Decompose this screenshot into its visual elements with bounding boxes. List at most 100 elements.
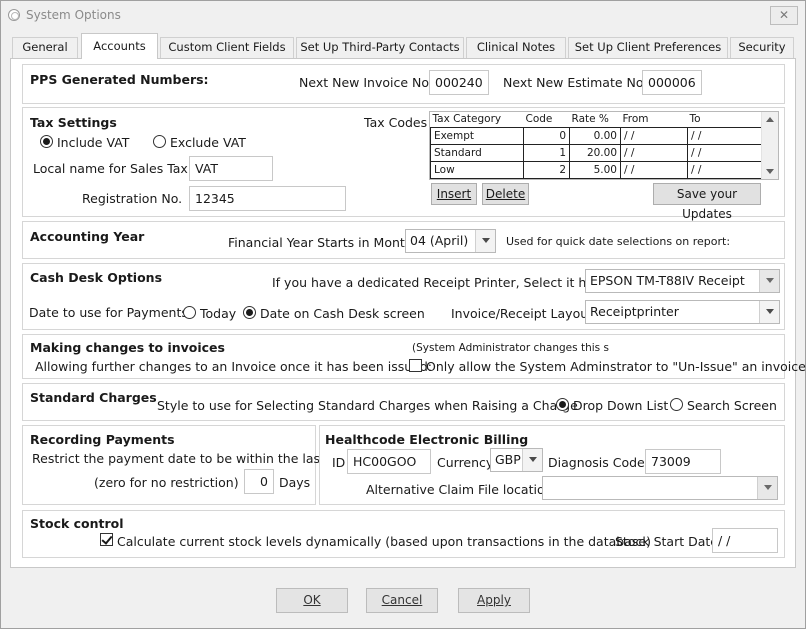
alt-claim-location-select[interactable] xyxy=(542,476,778,500)
calc-stock-label[interactable]: Calculate current stock levels dynamical… xyxy=(117,534,651,549)
cancel-button-label[interactable]: Cancel xyxy=(382,593,423,607)
tab-general[interactable]: General xyxy=(12,37,78,58)
col-from: From xyxy=(622,113,649,126)
stock-start-date-input[interactable]: / / xyxy=(712,528,778,553)
cell-code[interactable]: 0 xyxy=(523,126,570,145)
cell-rate[interactable]: 5.00 xyxy=(569,160,621,179)
zero-restriction-label: (zero for no restriction) xyxy=(94,475,239,490)
next-invoice-input[interactable]: 000240 xyxy=(429,70,489,95)
today-label[interactable]: Today xyxy=(200,306,236,321)
receipt-layout-select[interactable]: Receiptprinter xyxy=(585,300,780,324)
standard-charges-heading: Standard Charges xyxy=(30,390,157,405)
year-start-month-value[interactable]: 04 (April) xyxy=(410,233,468,248)
col-code: Code xyxy=(525,113,553,126)
charge-style-label: Style to use for Selecting Standard Char… xyxy=(157,398,578,413)
tab-clinical-notes[interactable]: Clinical Notes xyxy=(466,37,566,58)
cell-from[interactable]: / / xyxy=(620,160,688,179)
include-vat-label[interactable]: Include VAT xyxy=(57,135,129,150)
tab-custom-client-fields[interactable]: Custom Client Fields xyxy=(160,37,294,58)
chevron-down-icon[interactable] xyxy=(757,477,777,499)
save-updates-label[interactable]: Save your Updates xyxy=(677,187,737,221)
healthcode-id-input[interactable]: HC00GOO xyxy=(347,449,431,474)
next-estimate-input[interactable]: 000006 xyxy=(642,70,702,95)
exclude-vat-label[interactable]: Exclude VAT xyxy=(170,135,246,150)
insert-button-label[interactable]: Insert xyxy=(437,187,471,201)
tab-third-party-contacts[interactable]: Set Up Third-Party Contacts xyxy=(296,37,464,58)
delete-button-label[interactable]: Delete xyxy=(486,187,525,201)
diagnosis-code-label: Diagnosis Code xyxy=(548,455,645,470)
restrict-days-input[interactable]: 0 xyxy=(244,469,274,494)
exclude-vat-radio[interactable] xyxy=(153,135,166,148)
tax-settings-heading: Tax Settings xyxy=(30,115,117,130)
cell-from[interactable]: / / xyxy=(620,126,688,145)
currency-value[interactable]: GBP xyxy=(495,452,521,467)
scroll-down-icon[interactable] xyxy=(766,169,774,174)
cash-desk-heading: Cash Desk Options xyxy=(30,270,163,285)
tab-label[interactable]: Set Up Third-Party Contacts xyxy=(300,40,459,54)
search-screen-radio[interactable] xyxy=(670,398,683,411)
year-start-month-select[interactable]: 04 (April) xyxy=(405,229,496,253)
apply-button-label[interactable]: Apply xyxy=(477,593,511,607)
tab-security[interactable]: Security xyxy=(730,37,794,58)
registration-input[interactable]: 12345 xyxy=(189,186,346,211)
title-bar: System Options ✕ xyxy=(1,1,805,30)
receipt-printer-value[interactable]: EPSON TM-T88IV Receipt xyxy=(590,273,745,288)
scroll-up-icon[interactable] xyxy=(766,117,774,122)
chevron-down-icon[interactable] xyxy=(522,449,542,471)
ok-button[interactable]: OK xyxy=(276,588,348,613)
local-sales-tax-input[interactable]: VAT xyxy=(189,156,273,181)
chevron-down-icon[interactable] xyxy=(759,270,779,292)
currency-select[interactable]: GBP xyxy=(490,448,543,472)
tab-accounts[interactable]: Accounts xyxy=(81,33,158,59)
drop-down-list-label[interactable]: Drop Down List xyxy=(573,398,668,413)
table-row[interactable]: Standard 1 20.00 / / / / xyxy=(430,143,762,162)
cell-to[interactable]: / / xyxy=(687,160,762,179)
tab-client-preferences[interactable]: Set Up Client Preferences xyxy=(568,37,728,58)
receipt-layout-value[interactable]: Receiptprinter xyxy=(590,304,679,319)
restrict-date-label: Restrict the payment date to be within t… xyxy=(32,451,325,466)
insert-button[interactable]: Insert xyxy=(431,183,477,205)
delete-button[interactable]: Delete xyxy=(482,183,529,205)
cancel-button[interactable]: Cancel xyxy=(366,588,438,613)
today-radio[interactable] xyxy=(183,306,196,319)
diagnosis-code-input[interactable]: 73009 xyxy=(645,449,721,474)
ok-button-label[interactable]: OK xyxy=(303,593,320,607)
save-updates-button[interactable]: Save your Updates xyxy=(653,183,761,221)
cell-to[interactable]: / / xyxy=(687,143,762,162)
only-admin-label[interactable]: Only allow the System Adminstrator to "U… xyxy=(426,359,806,374)
tab-label[interactable]: Set Up Client Preferences xyxy=(575,40,722,54)
close-button[interactable]: ✕ xyxy=(770,6,798,25)
tax-codes-grid[interactable]: Tax Category Code Rate % From To Exempt … xyxy=(429,111,779,180)
tab-label[interactable]: Accounts xyxy=(93,39,145,53)
cell-rate[interactable]: 20.00 xyxy=(569,143,621,162)
system-options-window: System Options ✕ General Accounts Custom… xyxy=(0,0,806,629)
grid-scrollbar[interactable] xyxy=(761,112,778,179)
tab-label[interactable]: General xyxy=(22,40,67,54)
cash-desk-date-label[interactable]: Date on Cash Desk screen xyxy=(260,306,425,321)
cell-rate[interactable]: 0.00 xyxy=(569,126,621,145)
calc-stock-checkbox[interactable] xyxy=(100,533,113,546)
cell-code[interactable]: 2 xyxy=(523,160,570,179)
tab-label[interactable]: Clinical Notes xyxy=(477,40,555,54)
cell-from[interactable]: / / xyxy=(620,143,688,162)
chevron-down-icon[interactable] xyxy=(759,301,779,323)
close-icon[interactable]: ✕ xyxy=(779,8,789,22)
search-screen-label[interactable]: Search Screen xyxy=(687,398,777,413)
cash-desk-date-radio[interactable] xyxy=(243,306,256,319)
healthcode-id-label: ID xyxy=(332,455,346,470)
tab-label[interactable]: Custom Client Fields xyxy=(168,40,285,54)
cell-category[interactable]: Standard xyxy=(430,143,524,162)
only-admin-checkbox[interactable] xyxy=(409,359,422,372)
tab-label[interactable]: Security xyxy=(738,40,785,54)
apply-button[interactable]: Apply xyxy=(458,588,530,613)
table-row[interactable]: Exempt 0 0.00 / / / / xyxy=(430,126,762,145)
chevron-down-icon[interactable] xyxy=(475,230,495,252)
cell-category[interactable]: Low xyxy=(430,160,524,179)
receipt-printer-select[interactable]: EPSON TM-T88IV Receipt xyxy=(585,269,780,293)
cell-to[interactable]: / / xyxy=(687,126,762,145)
include-vat-radio[interactable] xyxy=(40,135,53,148)
table-row[interactable]: Low 2 5.00 / / / / xyxy=(430,160,762,179)
drop-down-list-radio[interactable] xyxy=(556,398,569,411)
cell-code[interactable]: 1 xyxy=(523,143,570,162)
cell-category[interactable]: Exempt xyxy=(430,126,524,145)
